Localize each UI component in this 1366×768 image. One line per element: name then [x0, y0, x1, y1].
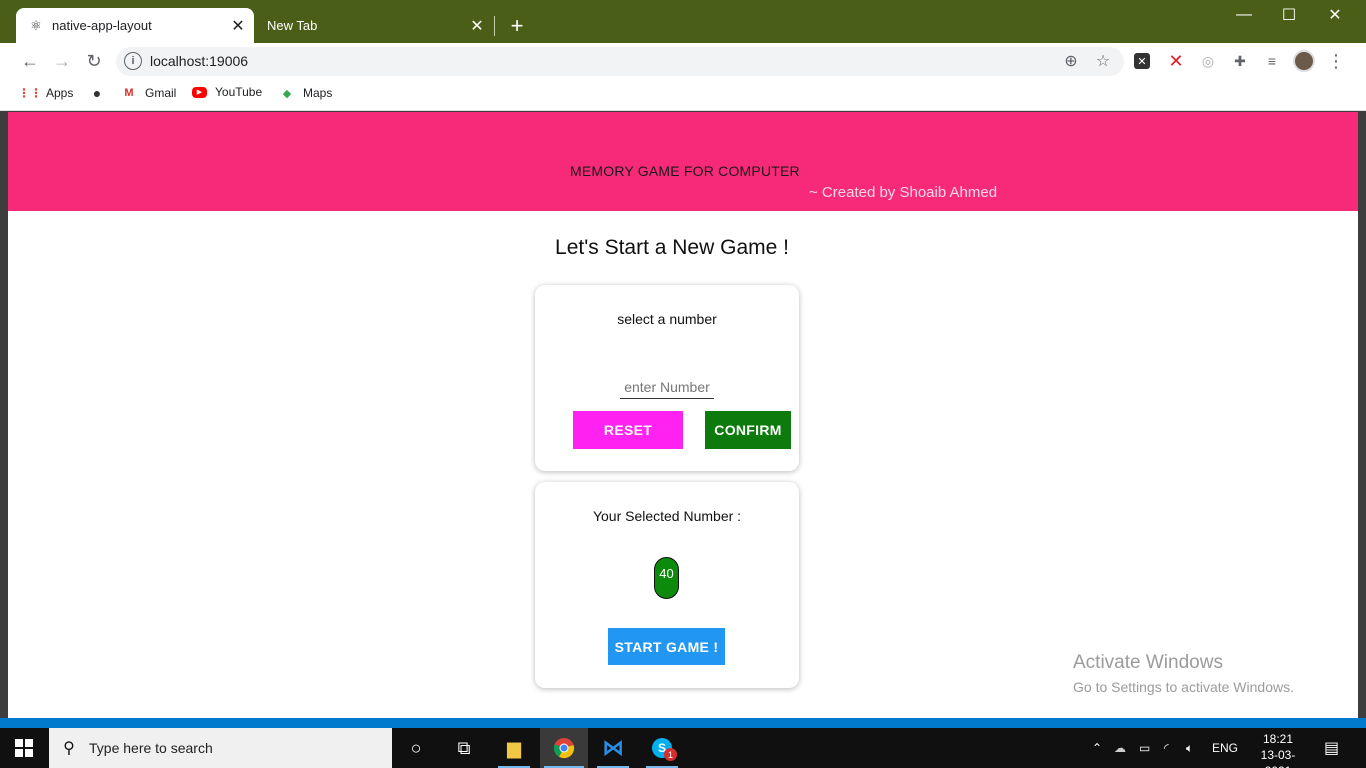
- site-info-icon[interactable]: i: [124, 52, 142, 70]
- apps-grid-icon: ⋮⋮: [18, 86, 42, 100]
- react-favicon-icon: ⚛: [30, 17, 42, 33]
- zoom-icon[interactable]: ⊕: [1060, 50, 1082, 72]
- close-window-icon[interactable]: ✕: [1312, 0, 1358, 30]
- bookmark-star-icon[interactable]: ☆: [1092, 50, 1114, 72]
- tab-native-app-layout[interactable]: ⚛ native-app-layout ✕: [16, 8, 254, 43]
- watermark-line1: Activate Windows: [1073, 652, 1223, 673]
- bookmark-label: Maps: [303, 86, 333, 100]
- vscode-icon[interactable]: ⋈: [589, 728, 637, 768]
- forward-icon[interactable]: →: [50, 49, 74, 73]
- cortana-icon[interactable]: ○: [392, 728, 440, 768]
- profile-avatar[interactable]: [1293, 50, 1315, 72]
- page-viewport: MEMORY GAME FOR COMPUTER ~ Created by Sh…: [8, 112, 1358, 718]
- start-game-button[interactable]: START GAME !: [608, 628, 725, 665]
- extension-circle-icon[interactable]: ◎: [1198, 51, 1218, 71]
- new-tab-button[interactable]: +: [505, 13, 529, 38]
- gmail-icon: M: [124, 87, 134, 99]
- clock-time: 18:21: [1262, 732, 1294, 746]
- reload-icon[interactable]: ↻: [82, 49, 106, 73]
- show-hidden-icons[interactable]: ⌃: [1092, 728, 1102, 768]
- media-control-icon[interactable]: ≡: [1262, 51, 1282, 71]
- activate-windows-watermark: Activate Windows Go to Settings to activ…: [1073, 652, 1294, 695]
- extension-red-x-icon[interactable]: ✕: [1166, 51, 1186, 71]
- chrome-icon[interactable]: [540, 728, 588, 768]
- language-indicator[interactable]: ENG: [1212, 728, 1238, 768]
- reset-button[interactable]: RESET: [573, 411, 683, 449]
- globe-icon: ●: [92, 85, 102, 101]
- bookmark-globe[interactable]: ●: [89, 85, 113, 101]
- bookmark-label: Gmail: [145, 86, 177, 100]
- background-window-status-strip: [0, 718, 1366, 728]
- system-clock[interactable]: 18:21 13-03-2021: [1249, 731, 1307, 768]
- tab-new-tab[interactable]: New Tab ✕: [255, 8, 493, 43]
- maximize-icon[interactable]: ☐: [1266, 0, 1312, 30]
- selected-number-label: Your Selected Number :: [592, 508, 742, 524]
- clock-date: 13-03-2021: [1260, 748, 1296, 768]
- bookmark-gmail[interactable]: M Gmail: [121, 85, 176, 101]
- bookmark-label: YouTube: [215, 85, 263, 99]
- tab-title: native-app-layout: [52, 18, 152, 33]
- page-heading: Let's Start a New Game !: [555, 236, 789, 259]
- network-blocked-icon[interactable]: ☁: [1114, 728, 1126, 768]
- bookmark-apps[interactable]: ⋮⋮ Apps: [18, 85, 74, 101]
- header-subtitle: ~ Created by Shoaib Ahmed: [809, 184, 998, 201]
- bookmarks-bar: ⋮⋮ Apps ● M Gmail ▶ YouTube ◆ Maps: [0, 79, 1366, 111]
- file-explorer-icon[interactable]: ▆: [490, 728, 538, 768]
- selected-number-card: Your Selected Number : 40 START GAME !: [535, 482, 799, 688]
- volume-icon[interactable]: 🔈︎: [1186, 728, 1193, 768]
- watermark-line2: Go to Settings to activate Windows.: [1073, 679, 1294, 695]
- start-button[interactable]: [0, 728, 48, 768]
- extension-x-icon[interactable]: ✕: [1134, 53, 1150, 69]
- address-bar[interactable]: i localhost:19006 ⊕ ☆: [116, 47, 1124, 76]
- windows-logo-icon: [15, 739, 33, 757]
- taskbar-search-placeholder: Type here to search: [89, 740, 213, 756]
- skype-notification-badge: 1: [664, 748, 677, 761]
- windows-taskbar: ⚲ Type here to search ○ ⧉ ▆ ⋈ S 1 ⌃ ☁ ▭ …: [0, 728, 1366, 768]
- task-view-icon[interactable]: ⧉: [440, 728, 488, 768]
- battery-icon[interactable]: ▭: [1139, 728, 1150, 768]
- wifi-icon[interactable]: ◜: [1164, 728, 1169, 768]
- extensions-puzzle-icon[interactable]: ✚: [1230, 51, 1250, 71]
- header-title: MEMORY GAME FOR COMPUTER: [570, 163, 800, 179]
- close-tab-icon[interactable]: ✕: [467, 16, 487, 36]
- bookmark-label: Apps: [46, 86, 74, 100]
- number-input-card: select a number RESET CONFIRM: [535, 285, 799, 471]
- chrome-logo: [553, 738, 575, 759]
- bookmark-maps[interactable]: ◆ Maps: [279, 85, 333, 101]
- taskbar-search[interactable]: ⚲ Type here to search: [49, 728, 392, 768]
- browser-toolbar: ← → ↻ i localhost:19006 ⊕ ☆ ✕ ✕ ◎ ✚ ≡ ⋮: [0, 43, 1366, 79]
- bookmark-youtube[interactable]: ▶ YouTube: [192, 85, 262, 99]
- back-icon[interactable]: ←: [18, 49, 42, 73]
- skype-icon[interactable]: S 1: [638, 728, 686, 768]
- menu-kebab-icon[interactable]: ⋮: [1326, 51, 1346, 71]
- search-icon: ⚲: [63, 740, 75, 757]
- tab-separator: [494, 16, 495, 36]
- selected-number-badge: 40: [654, 557, 679, 599]
- maps-icon: ◆: [282, 87, 292, 100]
- number-input[interactable]: [620, 375, 714, 399]
- minimize-icon[interactable]: —: [1221, 0, 1267, 30]
- close-tab-icon[interactable]: ✕: [228, 16, 248, 36]
- tab-title: New Tab: [267, 18, 318, 33]
- browser-tab-strip: ⚛ native-app-layout ✕ New Tab ✕ + — ☐ ✕: [0, 0, 1366, 43]
- select-number-label: select a number: [617, 311, 717, 327]
- youtube-icon: ▶: [192, 86, 207, 98]
- app-header: MEMORY GAME FOR COMPUTER ~ Created by Sh…: [8, 112, 1358, 211]
- confirm-button[interactable]: CONFIRM: [705, 411, 791, 449]
- action-center-icon[interactable]: ▤: [1324, 728, 1339, 768]
- url-text: localhost:19006: [150, 53, 249, 69]
